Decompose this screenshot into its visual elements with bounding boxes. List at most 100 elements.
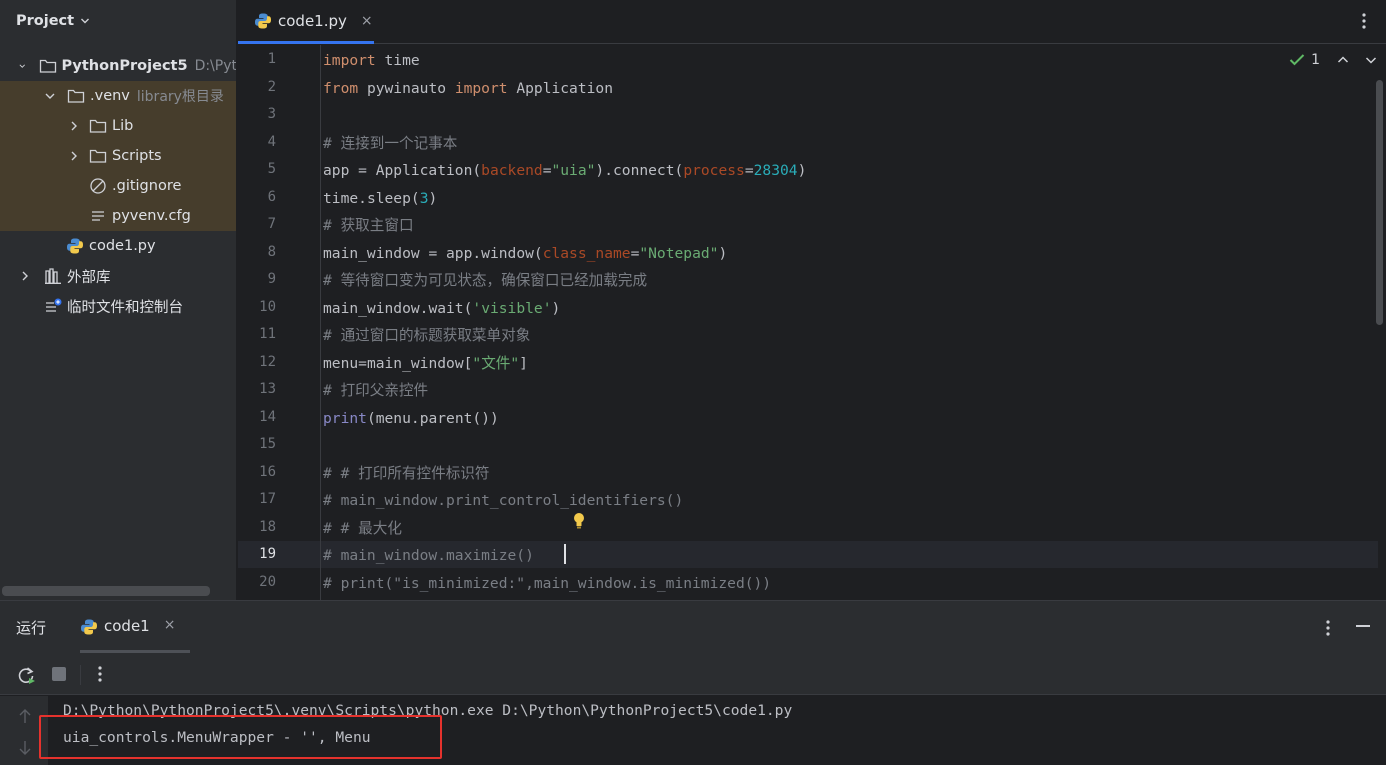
rerun-icon[interactable] xyxy=(16,665,36,685)
code-line[interactable]: # 等待窗口变为可见状态，确保窗口已经加载完成 xyxy=(323,267,647,295)
folder-icon xyxy=(89,147,107,165)
tree-item-venv[interactable]: .venv library根目录 xyxy=(0,81,236,111)
code-line[interactable]: from pywinauto import Application xyxy=(323,75,613,103)
arrow-down-icon[interactable] xyxy=(18,740,32,756)
text-caret xyxy=(564,544,566,564)
code-line[interactable]: print(menu.parent()) xyxy=(323,405,499,433)
code-line[interactable]: # 连接到一个记事本 xyxy=(323,130,457,158)
arrow-up-icon[interactable] xyxy=(18,708,32,724)
tree-item-scripts[interactable]: Scripts xyxy=(0,141,236,171)
chevron-right-icon[interactable] xyxy=(18,269,32,283)
tree-item-pyvenv-cfg[interactable]: pyvenv.cfg xyxy=(0,201,236,231)
chevron-down-icon[interactable] xyxy=(18,59,27,73)
close-run-tab-icon[interactable]: × xyxy=(164,617,176,633)
tree-item-path: D:\Pyt xyxy=(194,58,237,74)
run-panel-title: 运行 xyxy=(16,619,47,637)
chevron-right-icon[interactable] xyxy=(67,119,81,133)
chevron-down-icon[interactable] xyxy=(43,89,57,103)
stop-icon[interactable] xyxy=(52,667,66,681)
code-line[interactable]: # # 最大化 xyxy=(323,515,402,543)
code-line[interactable]: # 打印父亲控件 xyxy=(323,377,428,405)
chevron-right-icon[interactable] xyxy=(67,149,81,163)
tree-item-scratches[interactable]: 临时文件和控制台 xyxy=(0,291,236,321)
line-number: 16 xyxy=(259,463,276,480)
tree-item-label: 临时文件和控制台 xyxy=(67,299,183,316)
line-number: 18 xyxy=(259,518,276,535)
code-editor[interactable]: code1.py × 1 1 2 3 4 5 6 7 8 9 10 11 12 13 14 15 16 17 18… xyxy=(238,0,1386,600)
code-line[interactable]: # 获取主窗口 xyxy=(323,212,414,240)
close-tab-icon[interactable]: × xyxy=(361,13,373,29)
project-view-selector[interactable]: Project xyxy=(0,0,236,42)
toolbar-separator xyxy=(80,665,81,685)
tree-item-hint: library根目录 xyxy=(136,89,224,105)
code-line[interactable]: main_window.wait('visible') xyxy=(323,295,560,323)
text-file-icon xyxy=(89,207,107,225)
line-number: 13 xyxy=(259,381,276,397)
scratches-icon xyxy=(44,297,62,315)
project-horizontal-scrollbar[interactable] xyxy=(2,586,210,596)
tree-item-code1-py[interactable]: code1.py xyxy=(0,231,236,261)
folder-icon xyxy=(67,87,85,105)
folder-icon xyxy=(39,57,57,75)
line-number: 4 xyxy=(267,133,276,150)
code-line[interactable]: import time xyxy=(323,47,420,75)
tree-item-pythonproject5[interactable]: PythonProject5 D:\Pyt xyxy=(0,51,237,81)
code-line[interactable]: menu=main_window["文件"] xyxy=(323,350,528,378)
tab-code1-py[interactable]: code1.py × xyxy=(238,0,374,44)
gutter-divider xyxy=(320,45,321,600)
tree-item-label: Scripts xyxy=(112,148,162,164)
python-file-icon xyxy=(254,12,272,30)
code-line[interactable]: # print("is_minimized:",main_window.is_m… xyxy=(323,570,771,598)
code-line[interactable]: # main_window.print_control_identifiers(… xyxy=(323,487,683,515)
run-tab-label: code1 xyxy=(104,617,150,635)
folder-icon xyxy=(89,117,107,135)
tree-item-label: Lib xyxy=(112,118,134,134)
line-number: 12 xyxy=(259,353,276,370)
project-panel: Project PythonProject5 D:\Pyt .venv libr… xyxy=(0,0,237,600)
run-tab-code1[interactable]: code1 × xyxy=(80,615,190,653)
minimize-icon[interactable] xyxy=(1356,625,1370,627)
code-line[interactable]: # main_window.maximize() xyxy=(323,542,534,570)
editor-tab-bar: code1.py × xyxy=(238,0,1386,44)
code-area[interactable]: import time from pywinauto import Applica… xyxy=(323,45,1373,600)
project-title: Project xyxy=(16,13,75,29)
output-highlight-box xyxy=(39,715,442,759)
line-number: 14 xyxy=(259,408,276,425)
tree-item-label: .venv xyxy=(90,88,130,104)
code-line[interactable]: # # 打印所有控件标识符 xyxy=(323,460,490,488)
code-line[interactable]: main_window = app.window(class_name="Not… xyxy=(323,240,727,268)
run-tool-window: 运行 code1 × D:\Python\PythonProject5\.ven… xyxy=(0,600,1386,765)
line-number: 6 xyxy=(267,188,276,205)
tree-item-label: 外部库 xyxy=(67,269,111,286)
tab-label: code1.py xyxy=(278,11,347,30)
line-number: 20 xyxy=(259,573,276,590)
line-number: 3 xyxy=(267,106,276,122)
tree-item-external-libraries[interactable]: 外部库 xyxy=(0,261,236,291)
tree-item-lib[interactable]: Lib xyxy=(0,111,236,141)
line-number: 8 xyxy=(267,243,276,260)
lightbulb-icon[interactable] xyxy=(572,512,586,530)
line-number: 17 xyxy=(259,491,276,507)
tree-item-label: PythonProject5 xyxy=(61,58,188,74)
line-number: 9 xyxy=(267,271,276,287)
python-file-icon xyxy=(66,237,84,255)
line-number: 1 xyxy=(267,51,276,67)
python-file-icon xyxy=(80,618,98,640)
tree-item-label: pyvenv.cfg xyxy=(112,208,191,224)
more-options-icon[interactable] xyxy=(1320,617,1336,639)
more-options-icon[interactable] xyxy=(92,663,108,685)
code-line[interactable]: # 通过窗口的标题获取菜单对象 xyxy=(323,322,530,350)
code-line[interactable]: app = Application(backend="uia").connect… xyxy=(323,157,806,185)
more-options-icon[interactable] xyxy=(1356,10,1372,32)
tree-item-gitignore[interactable]: .gitignore xyxy=(0,171,236,201)
tree-item-label: code1.py xyxy=(89,238,156,254)
code-line[interactable]: time.sleep(3) xyxy=(323,185,437,213)
editor-vertical-scrollbar[interactable] xyxy=(1376,80,1383,325)
run-header: 运行 code1 × xyxy=(0,601,1386,653)
line-number: 7 xyxy=(267,216,276,232)
line-number: 5 xyxy=(267,161,276,177)
chevron-down-icon xyxy=(81,18,90,24)
ignored-file-icon xyxy=(89,177,107,195)
library-icon xyxy=(44,267,62,285)
line-number-gutter: 1 2 3 4 5 6 7 8 9 10 11 12 13 14 15 16 17 18 19 20 xyxy=(238,45,320,600)
